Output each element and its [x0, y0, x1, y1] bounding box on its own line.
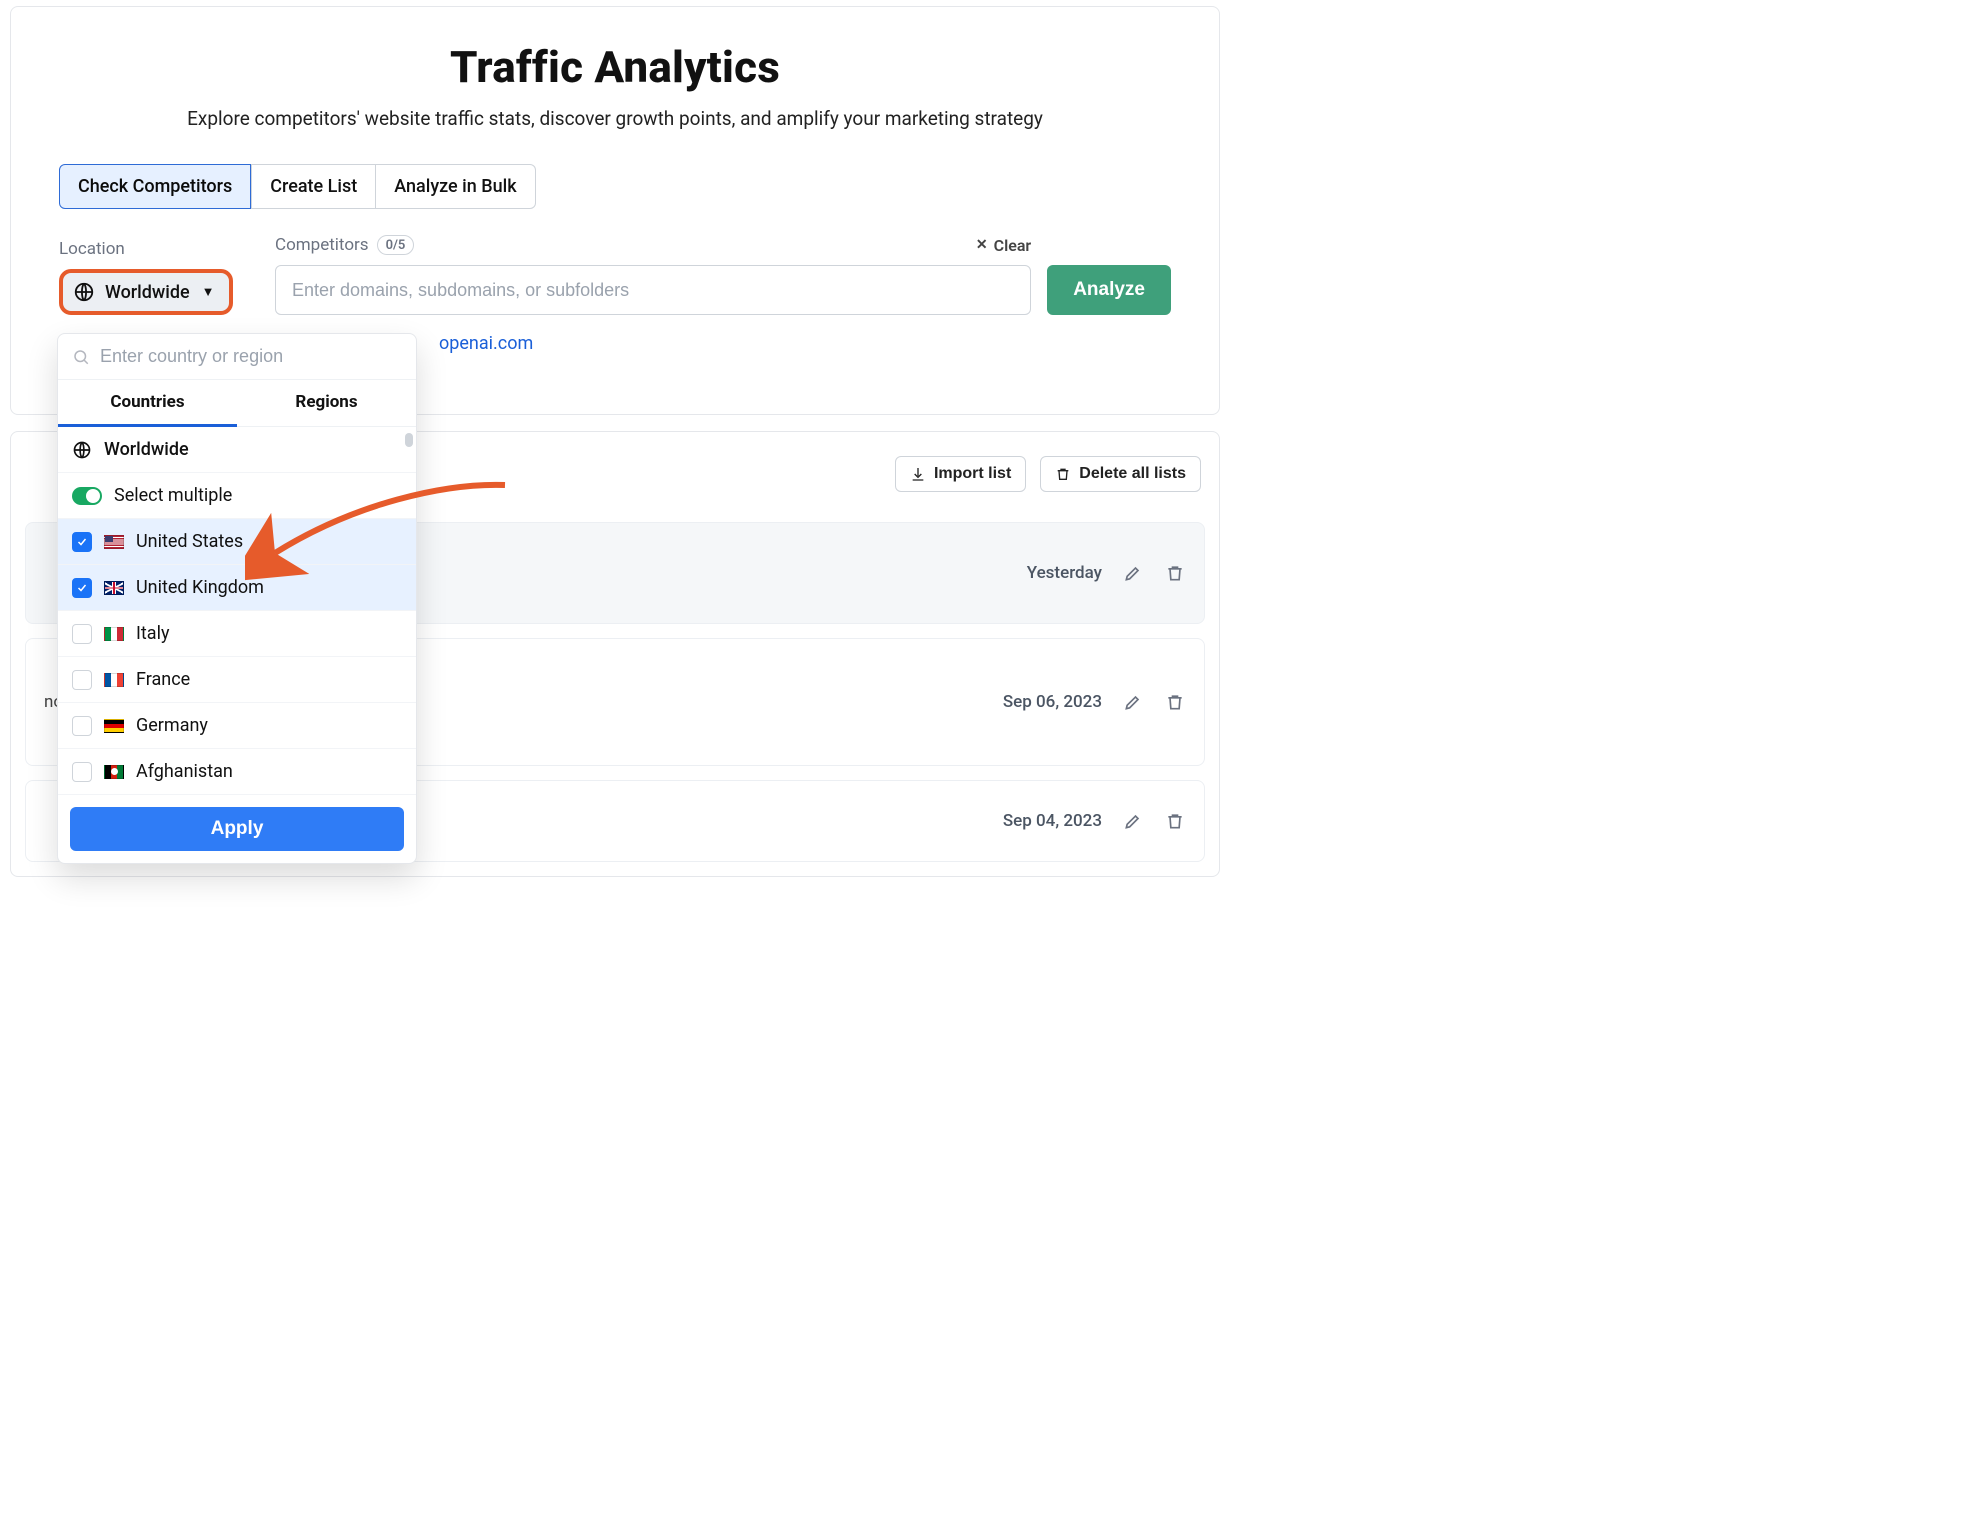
flag-icon — [104, 581, 124, 595]
dropdown-tab-countries[interactable]: Countries — [58, 380, 237, 427]
country-label: France — [136, 669, 190, 690]
country-search-input[interactable] — [100, 346, 402, 367]
delete-all-button[interactable]: Delete all lists — [1040, 456, 1201, 492]
dropdown-tab-regions[interactable]: Regions — [237, 380, 416, 427]
checkbox[interactable] — [72, 578, 92, 598]
trash-icon — [1055, 466, 1071, 482]
checkbox[interactable] — [72, 762, 92, 782]
apply-button[interactable]: Apply — [70, 807, 404, 851]
delete-button[interactable] — [1164, 810, 1186, 832]
clear-label: Clear — [994, 236, 1032, 255]
list-row-date: Yesterday — [1027, 563, 1102, 583]
checkbox[interactable] — [72, 624, 92, 644]
tab-create-list[interactable]: Create List — [251, 164, 376, 209]
country-option[interactable]: Afghanistan — [58, 749, 416, 795]
tab-check-competitors[interactable]: Check Competitors — [59, 164, 251, 209]
checkbox[interactable] — [72, 716, 92, 736]
location-dropdown-button[interactable]: Worldwide ▼ — [59, 269, 233, 315]
suggestion-link[interactable]: openai.com — [439, 333, 1171, 354]
page-subtitle: Explore competitors' website traffic sta… — [59, 107, 1171, 130]
competitors-count: 0/5 — [377, 235, 415, 255]
flag-icon — [104, 535, 124, 549]
country-option[interactable]: United Kingdom — [58, 565, 416, 611]
option-worldwide-label: Worldwide — [104, 439, 189, 460]
pencil-icon — [1123, 563, 1143, 583]
flag-icon — [104, 719, 124, 733]
location-value: Worldwide — [105, 282, 190, 303]
country-option[interactable]: Germany — [58, 703, 416, 749]
search-icon — [72, 348, 90, 366]
option-worldwide[interactable]: Worldwide — [58, 427, 416, 473]
edit-button[interactable] — [1122, 562, 1144, 584]
select-multiple-row[interactable]: Select multiple — [58, 473, 416, 519]
country-label: Germany — [136, 715, 208, 736]
flag-icon — [104, 627, 124, 641]
download-icon — [910, 466, 926, 482]
globe-icon — [73, 281, 95, 303]
pencil-icon — [1123, 811, 1143, 831]
edit-button[interactable] — [1122, 691, 1144, 713]
page-title: Traffic Analytics — [59, 41, 1171, 93]
pencil-icon — [1123, 692, 1143, 712]
trash-icon — [1165, 811, 1185, 831]
mode-tabs: Check Competitors Create List Analyze in… — [59, 164, 1171, 209]
list-row-date: Sep 04, 2023 — [1003, 811, 1102, 831]
trash-icon — [1165, 692, 1185, 712]
country-option[interactable]: Italy — [58, 611, 416, 657]
select-multiple-toggle[interactable] — [72, 487, 102, 505]
delete-button[interactable] — [1164, 562, 1186, 584]
analytics-card: Traffic Analytics Explore competitors' w… — [10, 6, 1220, 415]
location-label: Location — [59, 239, 259, 259]
delete-button[interactable] — [1164, 691, 1186, 713]
close-icon: ✕ — [976, 237, 988, 253]
analyze-button[interactable]: Analyze — [1047, 265, 1171, 315]
competitors-label: Competitors — [275, 235, 369, 255]
import-list-button[interactable]: Import list — [895, 456, 1026, 492]
location-dropdown-panel: Countries Regions Worldwide Select multi… — [57, 333, 417, 864]
scrollbar-thumb[interactable] — [405, 433, 413, 447]
edit-button[interactable] — [1122, 810, 1144, 832]
globe-icon — [72, 440, 92, 460]
flag-icon — [104, 673, 124, 687]
country-label: United States — [136, 531, 243, 552]
competitors-input[interactable] — [275, 265, 1031, 315]
country-option[interactable]: United States — [58, 519, 416, 565]
list-row-date: Sep 06, 2023 — [1003, 692, 1102, 712]
checkbox[interactable] — [72, 532, 92, 552]
import-list-label: Import list — [934, 465, 1011, 483]
tab-analyze-bulk[interactable]: Analyze in Bulk — [376, 164, 535, 209]
country-option[interactable]: France — [58, 657, 416, 703]
country-label: Afghanistan — [136, 761, 233, 782]
flag-icon — [104, 765, 124, 779]
checkbox[interactable] — [72, 670, 92, 690]
delete-all-label: Delete all lists — [1079, 465, 1186, 483]
select-multiple-label: Select multiple — [114, 485, 232, 506]
country-label: United Kingdom — [136, 577, 264, 598]
clear-button[interactable]: ✕ Clear — [976, 236, 1031, 255]
trash-icon — [1165, 563, 1185, 583]
chevron-down-icon: ▼ — [202, 284, 215, 300]
country-label: Italy — [136, 623, 169, 644]
